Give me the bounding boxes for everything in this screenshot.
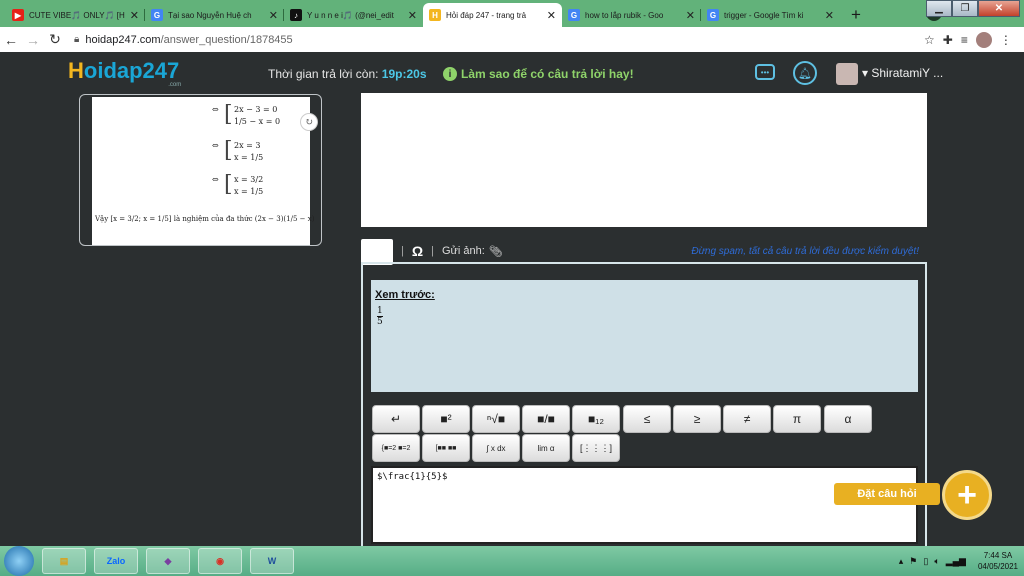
solution-image: ⇔[ 2x − 3 = 0 1/5 − x = 0 ⇔[ 2x = 3x = 1/… <box>92 97 318 245</box>
username[interactable]: ▾ ShiratamiY ... <box>862 66 943 80</box>
site-header: Hoidap247 .com Thời gian trả lời còn: 19p… <box>0 52 1024 93</box>
hoidap-icon: H <box>429 9 441 21</box>
windows-taskbar: ▤ Zalo ◆ ◉ W ▴ ⚑ ▯ 🔈︎ ▂▄▆ 7:44 SA 04/05/… <box>0 546 1024 576</box>
flag-icon[interactable]: ⚑ <box>909 556 917 567</box>
google-icon: G <box>568 9 580 21</box>
tab-title: Tại sao Nguyễn Huệ ch <box>168 10 252 20</box>
hoidap247-logo[interactable]: Hoidap247 .com <box>68 58 181 88</box>
game-app-icon[interactable]: ◆ <box>146 548 190 574</box>
menu-kebab-icon[interactable]: ⋮ <box>1000 33 1012 47</box>
close-tab-icon[interactable]: ✕ <box>269 9 278 22</box>
info-icon: i <box>443 67 457 81</box>
url-path: /answer_question/1878455 <box>160 33 293 46</box>
battery-icon[interactable]: ▯ <box>923 556 928 567</box>
close-tab-icon[interactable]: ✕ <box>825 9 834 22</box>
omega-icon[interactable]: Ω <box>412 243 423 259</box>
chat-icon[interactable]: ••• <box>755 64 775 80</box>
tab-title: Y u n n e i🎵 (@nei_edit <box>307 10 394 20</box>
zalo-icon[interactable]: Zalo <box>94 548 138 574</box>
root-button[interactable]: ⁿ√■ <box>472 405 520 433</box>
tab-google-search-3[interactable]: G trigger - Google Tìm ki ✕ <box>701 3 840 27</box>
start-button[interactable] <box>4 546 34 576</box>
answer-timer: Thời gian trả lời còn: 19p:20s <box>268 67 427 81</box>
math-conclusion: Vậy [x = 3/2; x = 1/5] là nghiệm của đa … <box>95 215 315 223</box>
answer-input[interactable]: $\frac{1}{5}$ <box>371 466 918 544</box>
question-attachment: ⇔[ 2x − 3 = 0 1/5 − x = 0 ⇔[ 2x = 3x = 1/… <box>79 94 322 246</box>
answer-display-area <box>361 93 927 227</box>
volume-icon[interactable]: 🔈︎ <box>934 556 939 567</box>
tab-google-search-2[interactable]: G how to lắp rubik - Goo ✕ <box>562 3 701 27</box>
alpha-button[interactable]: α <box>824 405 872 433</box>
url-field[interactable]: 🔒︎ hoidap247.com/answer_question/1878455 <box>74 30 914 50</box>
file-explorer-icon[interactable]: ▤ <box>42 548 86 574</box>
answer-tip-link[interactable]: i Làm sao để có câu trả lời hay! <box>443 67 634 81</box>
subscript-button[interactable]: ■₁₂ <box>572 405 620 433</box>
system-tray: ▴ ⚑ ▯ 🔈︎ ▂▄▆ 7:44 SA 04/05/2021 <box>899 546 1018 576</box>
tiktok-icon: ♪ <box>290 9 302 21</box>
tab-google-search-1[interactable]: G Tại sao Nguyễn Huệ ch ✕ <box>145 3 284 27</box>
rotate-icon[interactable]: ↻ <box>300 113 318 131</box>
google-icon: G <box>151 9 163 21</box>
timer-value: 19p:20s <box>381 67 427 81</box>
extensions-icon[interactable]: ✚ <box>943 33 953 47</box>
media-control-icon[interactable]: ≡ <box>961 33 968 47</box>
system-brace-button[interactable]: {■=2 ■=2 <box>372 434 420 462</box>
tray-expand-icon[interactable]: ▴ <box>899 556 904 567</box>
power-button[interactable]: ■² <box>422 405 470 433</box>
maximize-button[interactable]: ❐ <box>952 0 978 17</box>
close-tab-icon[interactable]: ✕ <box>130 9 139 22</box>
google-icon: G <box>707 9 719 21</box>
word-icon[interactable]: W <box>250 548 294 574</box>
pi-button[interactable]: π <box>773 405 821 433</box>
neq-button[interactable]: ≠ <box>723 405 771 433</box>
preview-fraction: 1 5 <box>377 306 383 327</box>
tab-title: trigger - Google Tìm ki <box>724 10 804 20</box>
reload-icon[interactable]: ↻ <box>44 31 66 48</box>
paperclip-icon[interactable]: 📎︎ <box>489 245 503 258</box>
minimize-button[interactable]: ▁ <box>926 0 952 17</box>
clock[interactable]: 7:44 SA 04/05/2021 <box>978 550 1018 572</box>
browser-tab-bar: ▶ CUTE VIBE🎵 ONLY🎵 [H ✕ G Tại sao Nguyễn… <box>0 0 1024 27</box>
window-controls: ▁ ❐ ✕ <box>926 0 1020 17</box>
tab-tiktok[interactable]: ♪ Y u n n e i🎵 (@nei_edit ✕ <box>284 3 423 27</box>
new-tab-button[interactable]: + <box>844 3 868 27</box>
tab-title: CUTE VIBE🎵 ONLY🎵 [H <box>29 10 125 20</box>
geq-button[interactable]: ≥ <box>673 405 721 433</box>
limit-button[interactable]: lim α <box>522 434 570 462</box>
tab-youtube[interactable]: ▶ CUTE VIBE🎵 ONLY🎵 [H ✕ <box>6 3 145 27</box>
ask-question-label[interactable]: Đặt câu hỏi <box>834 483 940 505</box>
fraction-button[interactable]: ■/■ <box>522 405 570 433</box>
lock-icon[interactable]: 🔒︎ <box>74 34 79 45</box>
url-domain: hoidap247.com <box>85 33 161 46</box>
upload-image-label[interactable]: Gửi ảnh: <box>442 245 485 257</box>
matrix-button[interactable]: [⋮⋮⋮] <box>572 434 620 462</box>
newline-button[interactable]: ↵ <box>372 405 420 433</box>
bell-icon[interactable]: 🔔︎ <box>793 61 817 85</box>
close-tab-icon[interactable]: ✕ <box>408 9 417 22</box>
avatar[interactable] <box>836 63 858 85</box>
youtube-icon: ▶ <box>12 9 24 21</box>
close-tab-icon[interactable]: ✕ <box>686 9 695 22</box>
network-icon[interactable]: ▂▄▆ <box>946 556 966 567</box>
tab-title: how to lắp rubik - Goo <box>585 10 664 20</box>
close-tab-icon[interactable]: ✕ <box>547 9 556 22</box>
address-bar: ← → ↻ 🔒︎ hoidap247.com/answer_question/1… <box>0 27 1024 52</box>
bookmark-star-icon[interactable]: ☆ <box>924 33 935 47</box>
tab-hoidap247[interactable]: H Hỏi đáp 247 - trang trả ✕ <box>423 3 562 27</box>
close-window-button[interactable]: ✕ <box>978 0 1020 17</box>
ask-question-button[interactable]: + <box>942 470 992 520</box>
forward-icon[interactable]: → <box>22 32 44 48</box>
moderation-warning: Đừng spam, tất cả câu trả lời đều được k… <box>691 245 919 257</box>
leq-button[interactable]: ≤ <box>623 405 671 433</box>
integral-button[interactable]: ∫ x dx <box>472 434 520 462</box>
back-icon[interactable]: ← <box>0 32 22 48</box>
editor-toolbar: | Ω | Gửi ảnh: 📎︎ Đừng spam, tất cả câu … <box>361 239 927 265</box>
tab-title: Hỏi đáp 247 - trang trả <box>446 10 527 20</box>
system-bracket-button[interactable]: [■■ ■■ <box>422 434 470 462</box>
chrome-icon[interactable]: ◉ <box>198 548 242 574</box>
preview-panel: Xem trước: 1 5 <box>371 280 918 392</box>
preview-title: Xem trước: <box>375 289 435 301</box>
profile-avatar-icon[interactable] <box>975 31 992 48</box>
